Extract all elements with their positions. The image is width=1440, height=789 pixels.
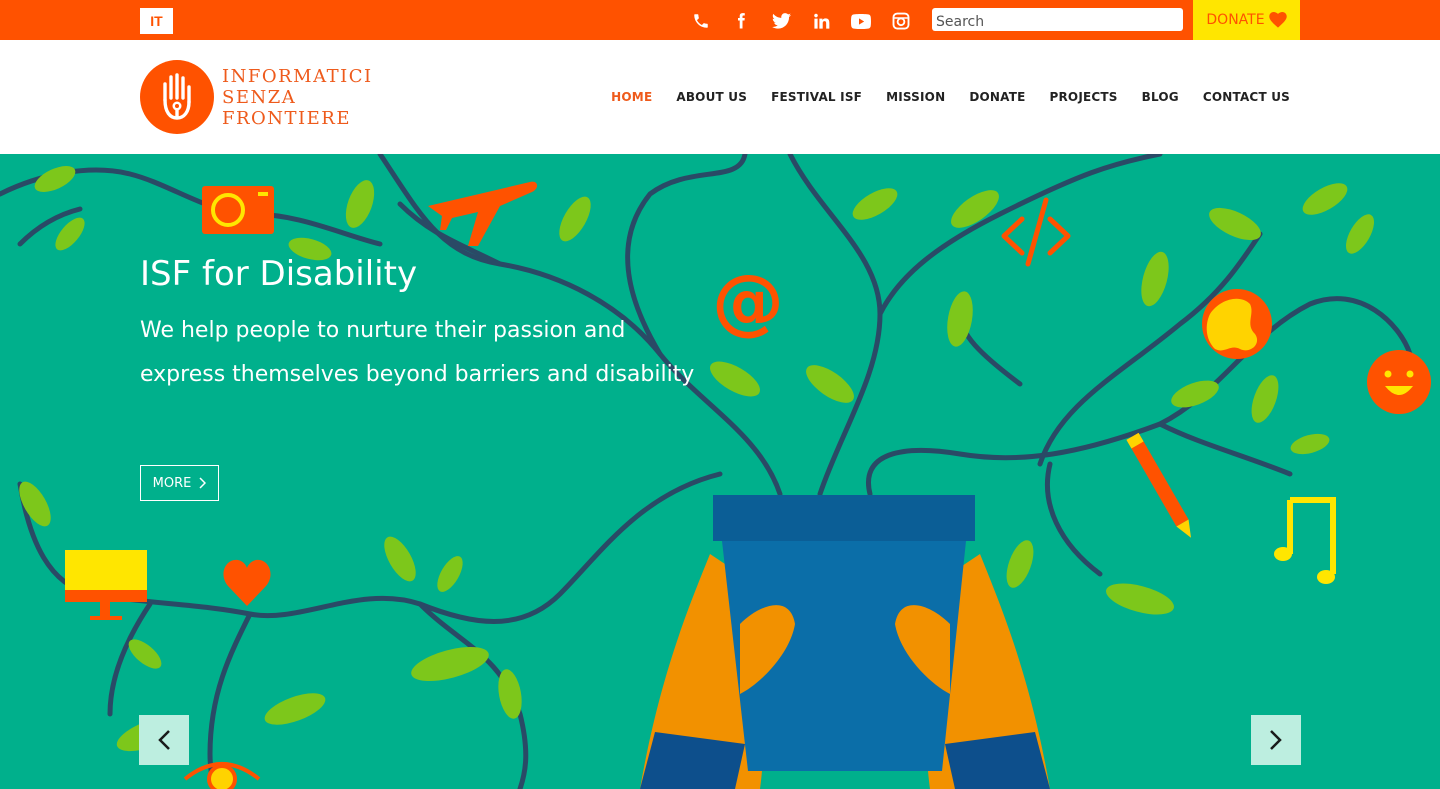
phone-icon[interactable]: [690, 10, 712, 32]
chevron-right-icon: [1270, 730, 1282, 750]
nav-blog[interactable]: BLOG: [1142, 90, 1179, 104]
site-logo[interactable]: INFORMATICI SENZA FRONTIERE: [140, 60, 400, 134]
nav-mission[interactable]: MISSION: [886, 90, 945, 104]
language-switch-button[interactable]: IT: [140, 8, 173, 34]
hand-logo-icon: [140, 60, 214, 134]
nav-festival-isf[interactable]: FESTIVAL ISF: [771, 90, 862, 104]
search-input[interactable]: [932, 8, 1183, 31]
nav-donate[interactable]: DONATE: [969, 90, 1025, 104]
donate-top-button[interactable]: DONATE: [1193, 0, 1300, 40]
more-button-label: MORE: [152, 475, 192, 491]
slider-prev-button[interactable]: [139, 715, 189, 765]
logo-wordmark: INFORMATICI SENZA FRONTIERE: [222, 66, 373, 129]
nav-about-us[interactable]: ABOUT US: [676, 90, 747, 104]
instagram-icon[interactable]: [890, 10, 912, 32]
nav-home[interactable]: HOME: [611, 90, 652, 104]
main-nav: HOME ABOUT US FESTIVAL ISF MISSION DONAT…: [611, 90, 1290, 104]
site-header: INFORMATICI SENZA FRONTIERE HOME ABOUT U…: [0, 40, 1440, 154]
logo-line-1: INFORMATICI: [222, 65, 373, 87]
linkedin-icon[interactable]: [810, 10, 832, 32]
logo-line-2: SENZA: [222, 86, 297, 108]
youtube-icon[interactable]: [850, 10, 872, 32]
facebook-icon[interactable]: [730, 10, 752, 32]
hero-subtitle: We help people to nurture their passion …: [140, 318, 695, 387]
svg-text:@: @: [712, 259, 784, 343]
more-button[interactable]: MORE: [140, 465, 219, 501]
chevron-right-icon: [199, 477, 207, 489]
heart-icon: [1268, 12, 1287, 28]
slider-next-button[interactable]: [1251, 715, 1301, 765]
donate-top-label: DONATE: [1206, 12, 1265, 28]
hero-slider: @ ISF for Disability We help people to n…: [0, 154, 1440, 789]
chevron-left-icon: [158, 730, 170, 750]
twitter-icon[interactable]: [770, 10, 792, 32]
hero-title: ISF for Disability: [140, 254, 418, 294]
nav-contact-us[interactable]: CONTACT US: [1203, 90, 1290, 104]
top-bar: IT DONATE: [0, 0, 1440, 40]
nav-projects[interactable]: PROJECTS: [1049, 90, 1117, 104]
logo-line-3: FRONTIERE: [222, 107, 351, 129]
